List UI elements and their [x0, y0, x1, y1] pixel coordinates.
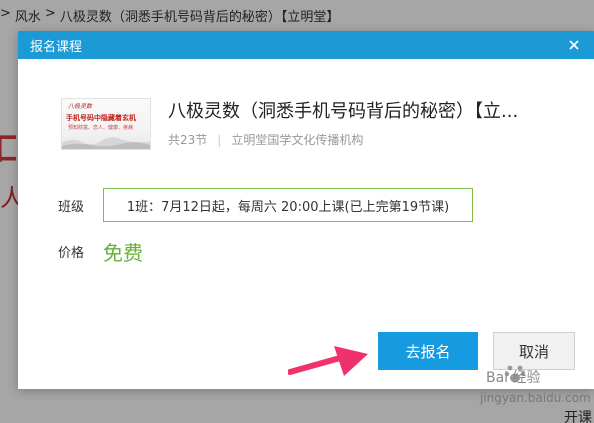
thumbnail-text: 手机号码中隐藏着玄机 — [66, 114, 136, 122]
price-label: 价格 — [58, 246, 85, 261]
close-button[interactable] — [566, 37, 582, 53]
price-row: 价格 免费 — [58, 237, 143, 266]
enroll-button[interactable]: 去报名 — [378, 332, 478, 370]
thumbnail-text: 预知财富、恋人、健康、疾病 — [68, 125, 134, 131]
mountain-illustration — [62, 137, 150, 149]
course-meta: 共23节 | 立明堂国学文化传播机构 — [168, 131, 548, 148]
watermark-url: jingyan.baidu.com — [480, 391, 591, 405]
course-title[interactable]: 八极灵数（洞悉手机号码背后的秘密）【立... — [168, 101, 548, 123]
lesson-count: 共23节 — [168, 133, 208, 147]
close-icon — [569, 40, 579, 50]
course-info: 八极灵数（洞悉手机号码背后的秘密）【立... 共23节 | 立明堂国学文化传播机… — [168, 98, 548, 150]
watermark-brand: Bai 经验 — [486, 370, 541, 386]
class-option-selected[interactable]: 1班：7月12日起，每周六 20:00上课(已上完第19节课) — [103, 188, 473, 222]
pointer-arrow-annotation — [288, 346, 368, 376]
enroll-dialog: 报名课程 八极灵数 手机号码中隐藏着玄机 预知财富、恋人、健康、疾病 八极灵数（… — [18, 31, 594, 389]
class-row: 班级 1班：7月12日起，每周六 20:00上课(已上完第19节课) — [58, 188, 473, 222]
thumbnail-text: 八极灵数 — [68, 103, 93, 110]
course-thumbnail[interactable]: 八极灵数 手机号码中隐藏着玄机 预知财富、恋人、健康、疾病 — [61, 98, 151, 150]
meta-separator: | — [217, 132, 222, 147]
course-summary: 八极灵数 手机号码中隐藏着玄机 预知财富、恋人、健康、疾病 八极灵数（洞悉手机号… — [61, 98, 548, 150]
price-value: 免费 — [103, 241, 143, 265]
class-label: 班级 — [58, 199, 85, 215]
organization-link[interactable]: 立明堂国学文化传播机构 — [231, 131, 363, 148]
dialog-title: 报名课程 — [30, 39, 83, 55]
dialog-header: 报名课程 — [18, 31, 594, 59]
